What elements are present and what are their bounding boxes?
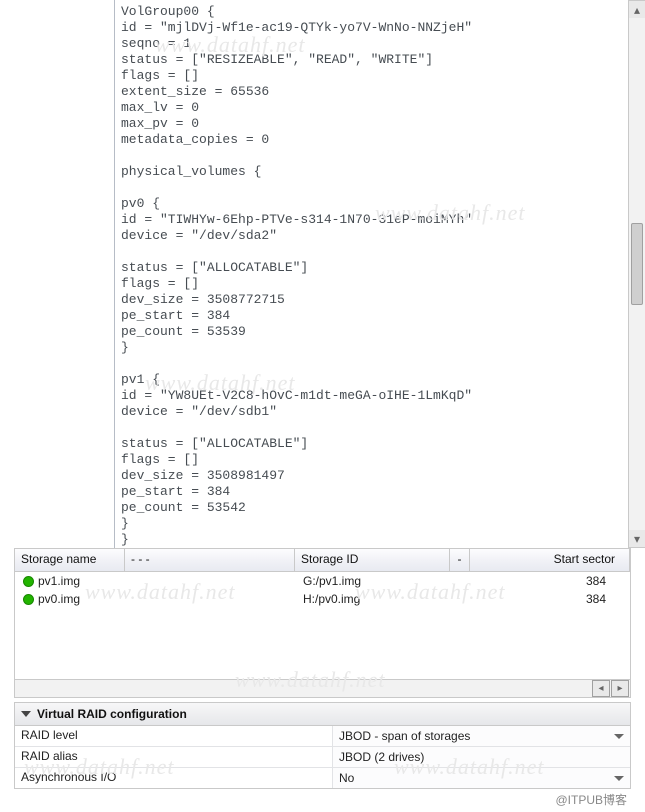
code-line: id = "TIWHYw-6Ehp-PTVe-s314-1N70-31eP-mo… [121, 212, 621, 228]
col-spacer[interactable]: - - - [125, 549, 295, 571]
raid-value-text: JBOD (2 drives) [339, 750, 424, 764]
code-line: pe_start = 384 [121, 484, 621, 500]
raid-value-text: JBOD - span of storages [339, 729, 470, 743]
code-line: metadata_copies = 0 [121, 132, 621, 148]
start-sector: 384 [472, 574, 628, 588]
raid-key: RAID level [15, 726, 332, 746]
code-line: max_pv = 0 [121, 116, 621, 132]
scroll-up-arrow-icon[interactable]: ▴ [629, 1, 645, 18]
code-line: physical_volumes { [121, 164, 621, 180]
code-line: flags = [] [121, 68, 621, 84]
dropdown-caret-icon [614, 734, 624, 739]
code-line [121, 244, 621, 260]
raid-value[interactable]: JBOD - span of storages [332, 726, 630, 746]
code-line: device = "/dev/sda2" [121, 228, 621, 244]
code-line: extent_size = 65536 [121, 84, 621, 100]
scroll-left-arrow-icon[interactable]: ◂ [592, 680, 610, 697]
status-dot-icon [23, 576, 34, 587]
scroll-thumb[interactable] [631, 223, 643, 305]
storage-id: G:/pv1.img [297, 574, 452, 588]
scroll-down-arrow-icon[interactable]: ▾ [629, 530, 645, 547]
code-text: VolGroup00 {id = "mjlDVj-Wf1e-ac19-QTYk-… [115, 0, 627, 548]
scroll-right-arrow-icon[interactable]: ▸ [611, 680, 629, 697]
code-line: flags = [] [121, 452, 621, 468]
code-line: max_lv = 0 [121, 100, 621, 116]
code-line: } [121, 532, 621, 548]
table-header-row: Storage name - - - Storage ID - Start se… [15, 549, 630, 572]
code-scrollbar[interactable]: ▴ ▾ [628, 0, 645, 548]
table-row[interactable]: pv0.img H:/pv0.img 384 [15, 590, 630, 608]
code-line: dev_size = 3508772715 [121, 292, 621, 308]
raid-config-grid: RAID level JBOD - span of storages RAID al… [14, 726, 631, 789]
storage-id: H:/pv0.img [297, 592, 452, 606]
code-line: flags = [] [121, 276, 621, 292]
raid-config-header[interactable]: Virtual RAID configuration [14, 702, 631, 726]
raid-value-text: No [339, 771, 354, 785]
raid-row: Asynchronous I/O No [15, 767, 630, 788]
table-body: pv1.img G:/pv1.img 384 pv0.img H:/pv0.img 384 [15, 572, 630, 679]
code-line: id = "mjlDVj-Wf1e-ac19-QTYk-yo7V-WnNo-NN… [121, 20, 621, 36]
code-line: pe_count = 53542 [121, 500, 621, 516]
code-viewer: VolGroup00 {id = "mjlDVj-Wf1e-ac19-QTYk-… [114, 0, 627, 548]
code-line: pe_count = 53539 [121, 324, 621, 340]
raid-value[interactable]: No [332, 768, 630, 788]
col-spacer-2[interactable]: - [450, 549, 470, 571]
code-line: id = "YW8UEt-V2C8-hOvC-m1dt-meGA-oIHE-1L… [121, 388, 621, 404]
raid-key: RAID alias [15, 747, 332, 767]
col-storage-name[interactable]: Storage name [15, 549, 125, 571]
storage-name: pv0.img [38, 592, 80, 606]
code-line: pv0 { [121, 196, 621, 212]
code-line [121, 180, 621, 196]
code-line: } [121, 516, 621, 532]
code-line: VolGroup00 { [121, 4, 621, 20]
code-line [121, 420, 621, 436]
status-dot-icon [23, 594, 34, 605]
col-storage-id[interactable]: Storage ID [295, 549, 450, 571]
storage-name: pv1.img [38, 574, 80, 588]
footer-credit: @ITPUB博客 [555, 791, 627, 808]
raid-value: JBOD (2 drives) [332, 747, 630, 767]
storage-table: Storage name - - - Storage ID - Start se… [14, 548, 631, 698]
code-line [121, 356, 621, 372]
table-row[interactable]: pv1.img G:/pv1.img 384 [15, 572, 630, 590]
scroll-track[interactable] [629, 18, 645, 530]
code-line: dev_size = 3508981497 [121, 468, 621, 484]
start-sector: 384 [472, 592, 628, 606]
raid-config-panel: Virtual RAID configuration RAID level JBO… [14, 702, 631, 789]
code-line: pv1 { [121, 372, 621, 388]
col-start-sector[interactable]: Start sector [470, 549, 630, 571]
horizontal-scrollbar[interactable]: ◂ ▸ [15, 679, 630, 697]
code-line: status = ["RESIZEABLE", "READ", "WRITE"] [121, 52, 621, 68]
code-line: device = "/dev/sdb1" [121, 404, 621, 420]
code-line: pe_start = 384 [121, 308, 621, 324]
raid-row: RAID alias JBOD (2 drives) [15, 746, 630, 767]
code-line: status = ["ALLOCATABLE"] [121, 260, 621, 276]
code-line [121, 148, 621, 164]
dropdown-caret-icon [614, 776, 624, 781]
raid-key: Asynchronous I/O [15, 768, 332, 788]
code-line: seqno = 1 [121, 36, 621, 52]
raid-row: RAID level JBOD - span of storages [15, 726, 630, 746]
code-line: } [121, 340, 621, 356]
raid-config-title: Virtual RAID configuration [37, 707, 187, 721]
code-line: status = ["ALLOCATABLE"] [121, 436, 621, 452]
disclosure-triangle-icon [21, 711, 31, 717]
